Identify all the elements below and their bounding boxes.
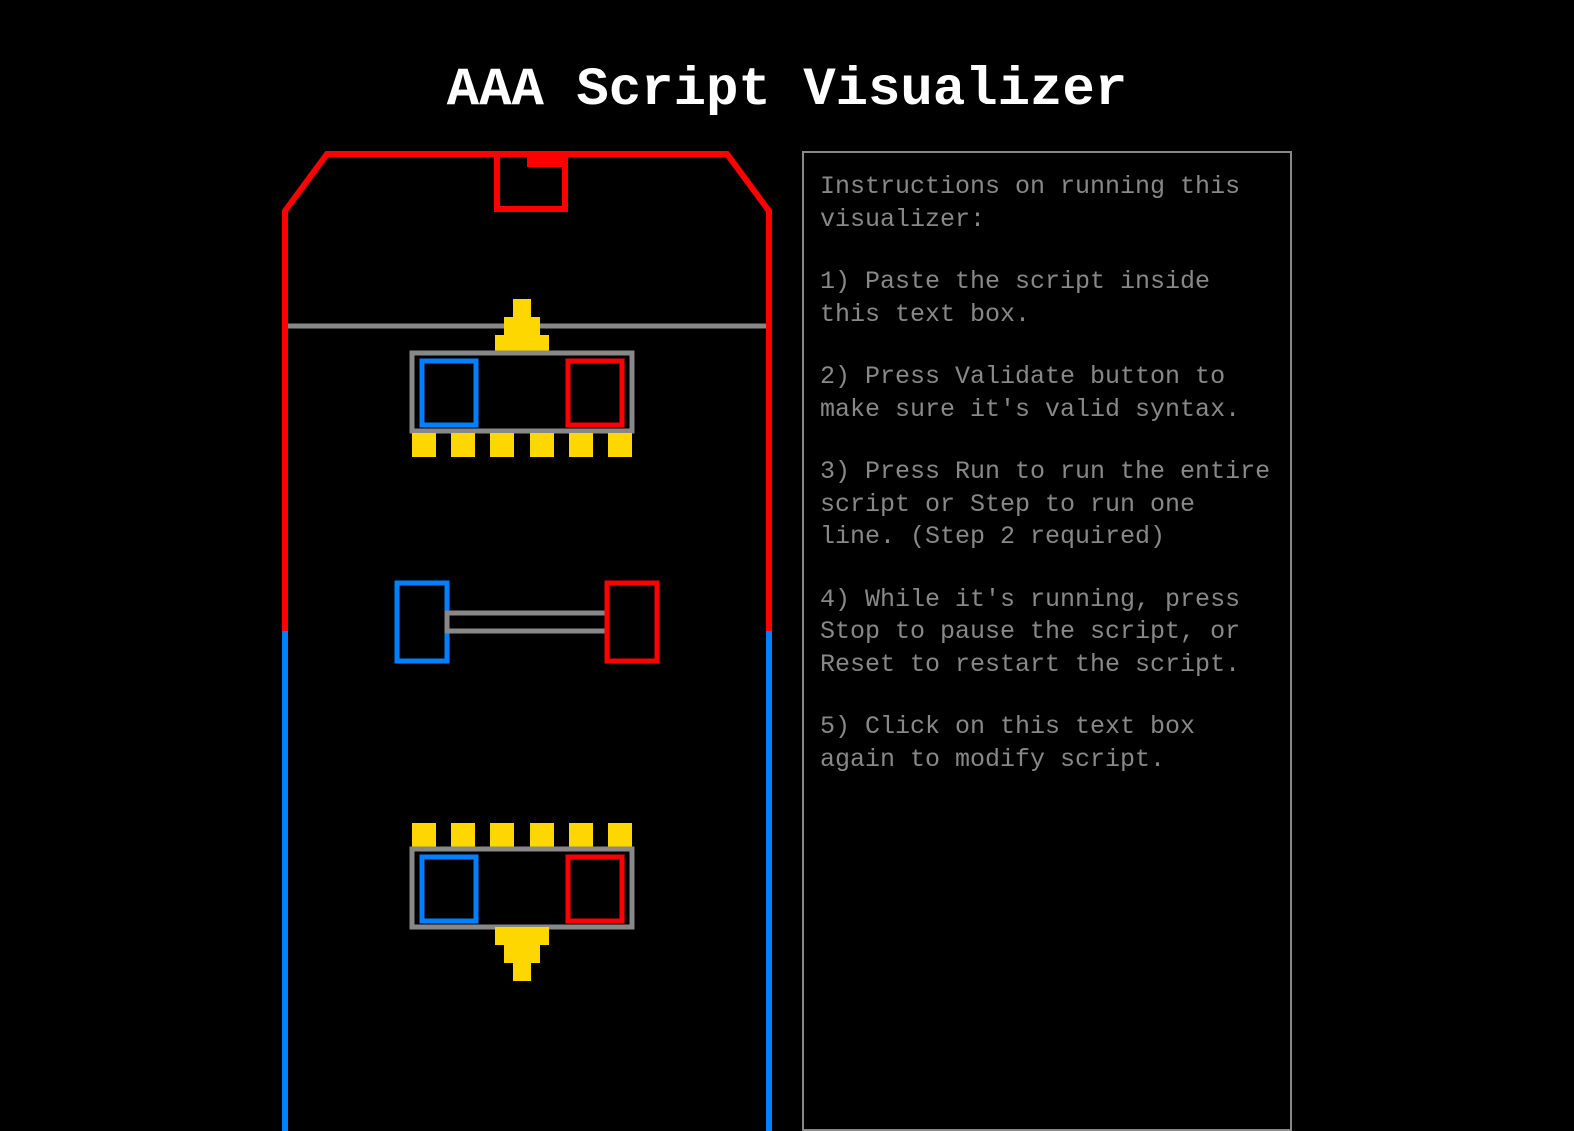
main-content: Instructions on running this visualizer:… xyxy=(0,151,1574,1131)
instructions-step-1: 1) Paste the script inside this text box… xyxy=(820,266,1274,331)
upper-robot-red-bay xyxy=(568,361,622,425)
instructions-textbox[interactable]: Instructions on running this visualizer:… xyxy=(802,151,1292,1131)
lower-robot xyxy=(412,823,632,927)
field-boundary-bottom xyxy=(285,631,769,1131)
yellow-pyramid-bottom xyxy=(495,927,549,981)
middle-red-box xyxy=(607,583,657,661)
instructions-step-2: 2) Press Validate button to make sure it… xyxy=(820,361,1274,426)
middle-gray-bar xyxy=(447,613,607,631)
visualizer-canvas xyxy=(282,151,772,1131)
middle-blue-box xyxy=(397,583,447,661)
lower-robot-red-bay xyxy=(568,857,622,921)
page-title: AAA Script Visualizer xyxy=(0,0,1574,151)
middle-bar-assembly xyxy=(397,583,657,661)
upper-robot-blue-bay xyxy=(422,361,476,425)
lower-robot-blue-bay xyxy=(422,857,476,921)
field-boundary-top xyxy=(285,154,769,631)
instructions-step-5: 5) Click on this text box again to modif… xyxy=(820,711,1274,776)
upper-robot xyxy=(412,353,632,457)
field-diagram xyxy=(282,151,772,1131)
instructions-step-3: 3) Press Run to run the entire script or… xyxy=(820,456,1274,554)
instructions-intro: Instructions on running this visualizer: xyxy=(820,171,1274,236)
instructions-step-4: 4) While it's running, press Stop to pau… xyxy=(820,584,1274,682)
